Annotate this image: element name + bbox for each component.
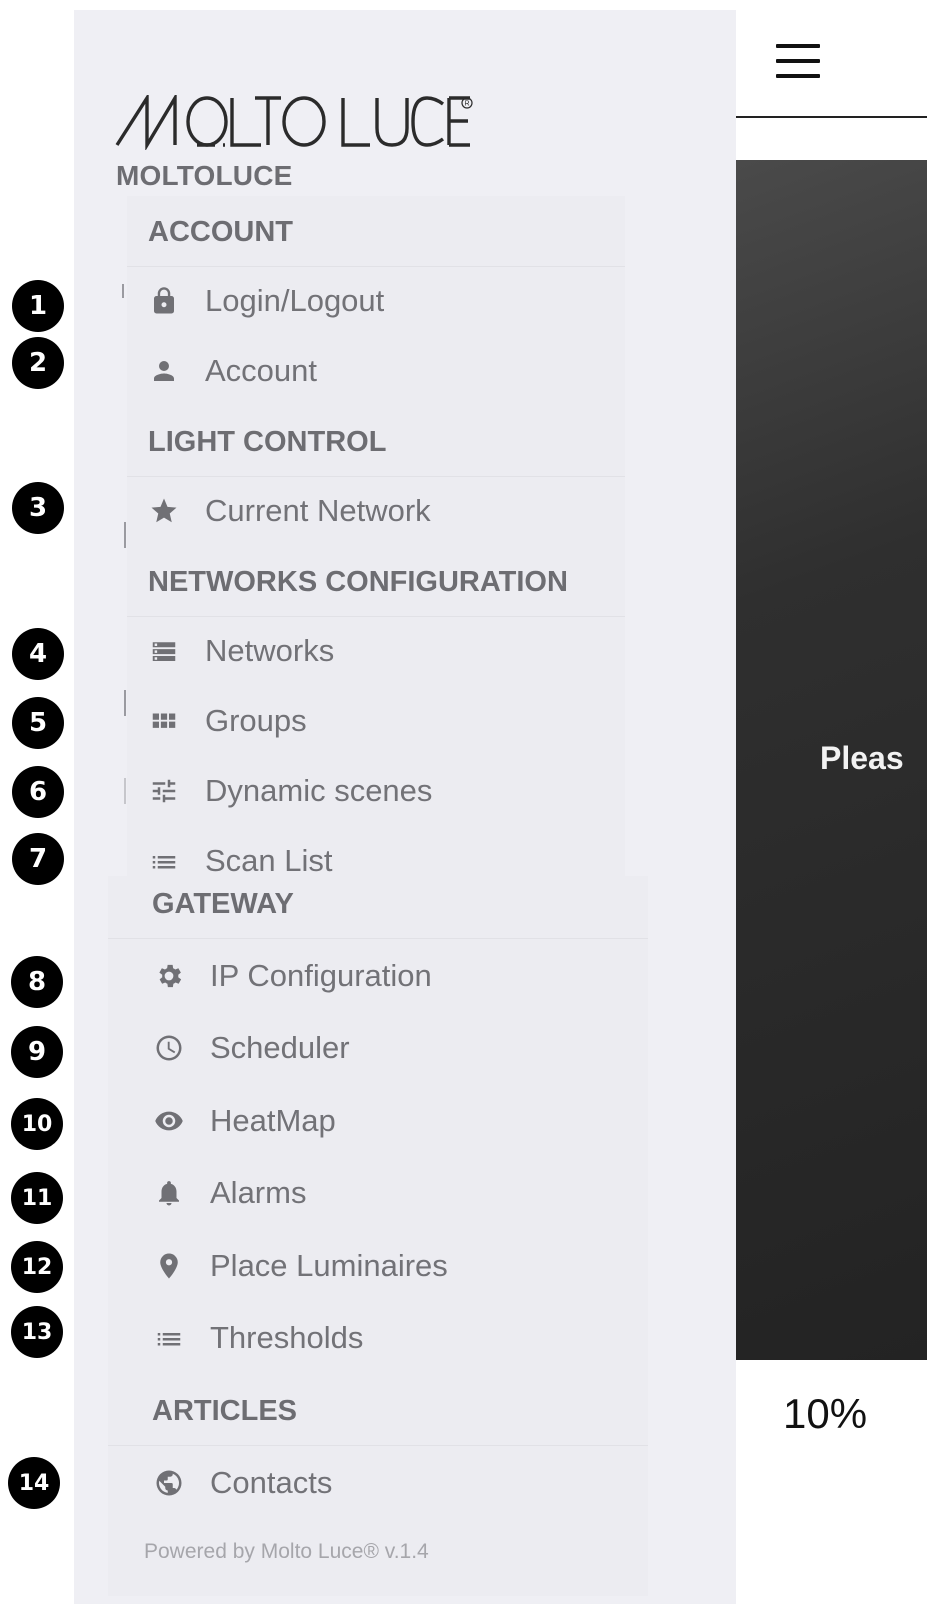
menu-item-heatmap[interactable]: HeatMap	[151, 1096, 336, 1146]
menu-item-label: Place Luminaires	[210, 1248, 448, 1283]
section-header-light-control: LIGHT CONTROL	[148, 426, 387, 458]
menu-item-contacts[interactable]: Contacts	[151, 1458, 332, 1508]
menu-item-label: Current Network	[205, 493, 431, 528]
menu-item-networks[interactable]: Networks	[146, 626, 334, 676]
list-icon	[146, 843, 182, 879]
menu-item-thresholds[interactable]: Thresholds	[151, 1313, 363, 1363]
callout-badge: 2	[12, 337, 64, 389]
section-header-account: ACCOUNT	[148, 216, 293, 248]
ghost-mark	[122, 284, 124, 298]
menu-item-label: Alarms	[210, 1175, 307, 1210]
footer-version: Powered by Molto Luce® v.1.4	[144, 1540, 429, 1563]
menu-item-scan-list[interactable]: Scan List	[146, 836, 333, 886]
divider	[108, 1445, 648, 1446]
preview-panel: Pleas	[736, 160, 927, 1360]
globe-icon	[151, 1465, 187, 1501]
menu-item-label: Login/Logout	[205, 283, 385, 318]
divider	[127, 476, 625, 477]
menu-item-dynamic-scenes[interactable]: Dynamic scenes	[146, 766, 432, 816]
callout-badge: 8	[11, 956, 63, 1008]
molto-luce-logo: R	[115, 95, 473, 150]
menu-item-alarms[interactable]: Alarms	[151, 1168, 306, 1218]
callout-badge: 14	[8, 1457, 60, 1509]
brand-name: MOLTOLUCE	[116, 160, 293, 191]
menu-item-label: Groups	[205, 703, 307, 738]
sliders-icon	[146, 773, 182, 809]
callout-badge: 7	[12, 833, 64, 885]
menu-item-label: Networks	[205, 633, 335, 668]
menu-item-label: Dynamic scenes	[205, 773, 433, 808]
ghost-mark	[124, 522, 126, 548]
menu-item-account[interactable]: Account	[146, 346, 317, 396]
callout-badge: 9	[11, 1026, 63, 1078]
section-header-networks-configuration: NETWORKS CONFIGURATION	[148, 566, 568, 598]
menu-item-label: Scheduler	[210, 1030, 350, 1065]
menu-item-label: Scan List	[205, 843, 333, 878]
star-icon	[146, 493, 182, 529]
menu-item-place-luminaires[interactable]: Place Luminaires	[151, 1241, 448, 1291]
svg-text:R: R	[465, 101, 470, 108]
menu-item-label: HeatMap	[210, 1103, 336, 1138]
callout-badge: 5	[12, 697, 64, 749]
bell-icon	[151, 1175, 187, 1211]
eye-icon	[151, 1103, 187, 1139]
ghost-mark	[124, 778, 126, 804]
divider	[108, 938, 648, 939]
menu-item-current-network[interactable]: Current Network	[146, 486, 431, 536]
section-header-articles: ARTICLES	[152, 1395, 297, 1427]
divider	[127, 266, 625, 267]
callout-badge: 10	[11, 1098, 63, 1150]
ghost-mark	[124, 690, 126, 716]
list-icon	[151, 1320, 187, 1356]
section-header-gateway: GATEWAY	[152, 888, 294, 920]
list-boxes-icon	[146, 633, 182, 669]
clock-icon	[151, 1030, 187, 1066]
callout-badge: 4	[12, 628, 64, 680]
gear-icon	[151, 958, 187, 994]
divider	[127, 616, 625, 617]
menu-item-ip-configuration[interactable]: IP Configuration	[151, 951, 432, 1001]
menu-item-login-logout[interactable]: Login/Logout	[146, 276, 384, 326]
header-divider	[736, 116, 927, 118]
menu-item-label: Contacts	[210, 1465, 333, 1500]
menu-item-scheduler[interactable]: Scheduler	[151, 1023, 350, 1073]
hamburger-menu-icon[interactable]	[776, 44, 820, 78]
menu-item-groups[interactable]: Groups	[146, 696, 307, 746]
percent-value: 10%	[783, 1390, 868, 1437]
preview-message: Pleas	[820, 740, 904, 776]
callout-badge: 12	[11, 1241, 63, 1293]
callout-badge: 6	[12, 766, 64, 818]
menu-item-label: Account	[205, 353, 318, 388]
grid-icon	[146, 703, 182, 739]
map-pin-icon	[151, 1248, 187, 1284]
callout-badge: 13	[11, 1306, 63, 1358]
menu-item-label: IP Configuration	[210, 958, 432, 993]
callout-badge: 1	[12, 280, 64, 332]
callout-badge: 11	[11, 1172, 63, 1224]
callout-badge: 3	[12, 482, 64, 534]
lock-icon	[146, 283, 182, 319]
person-icon	[146, 353, 182, 389]
menu-item-label: Thresholds	[210, 1320, 364, 1355]
